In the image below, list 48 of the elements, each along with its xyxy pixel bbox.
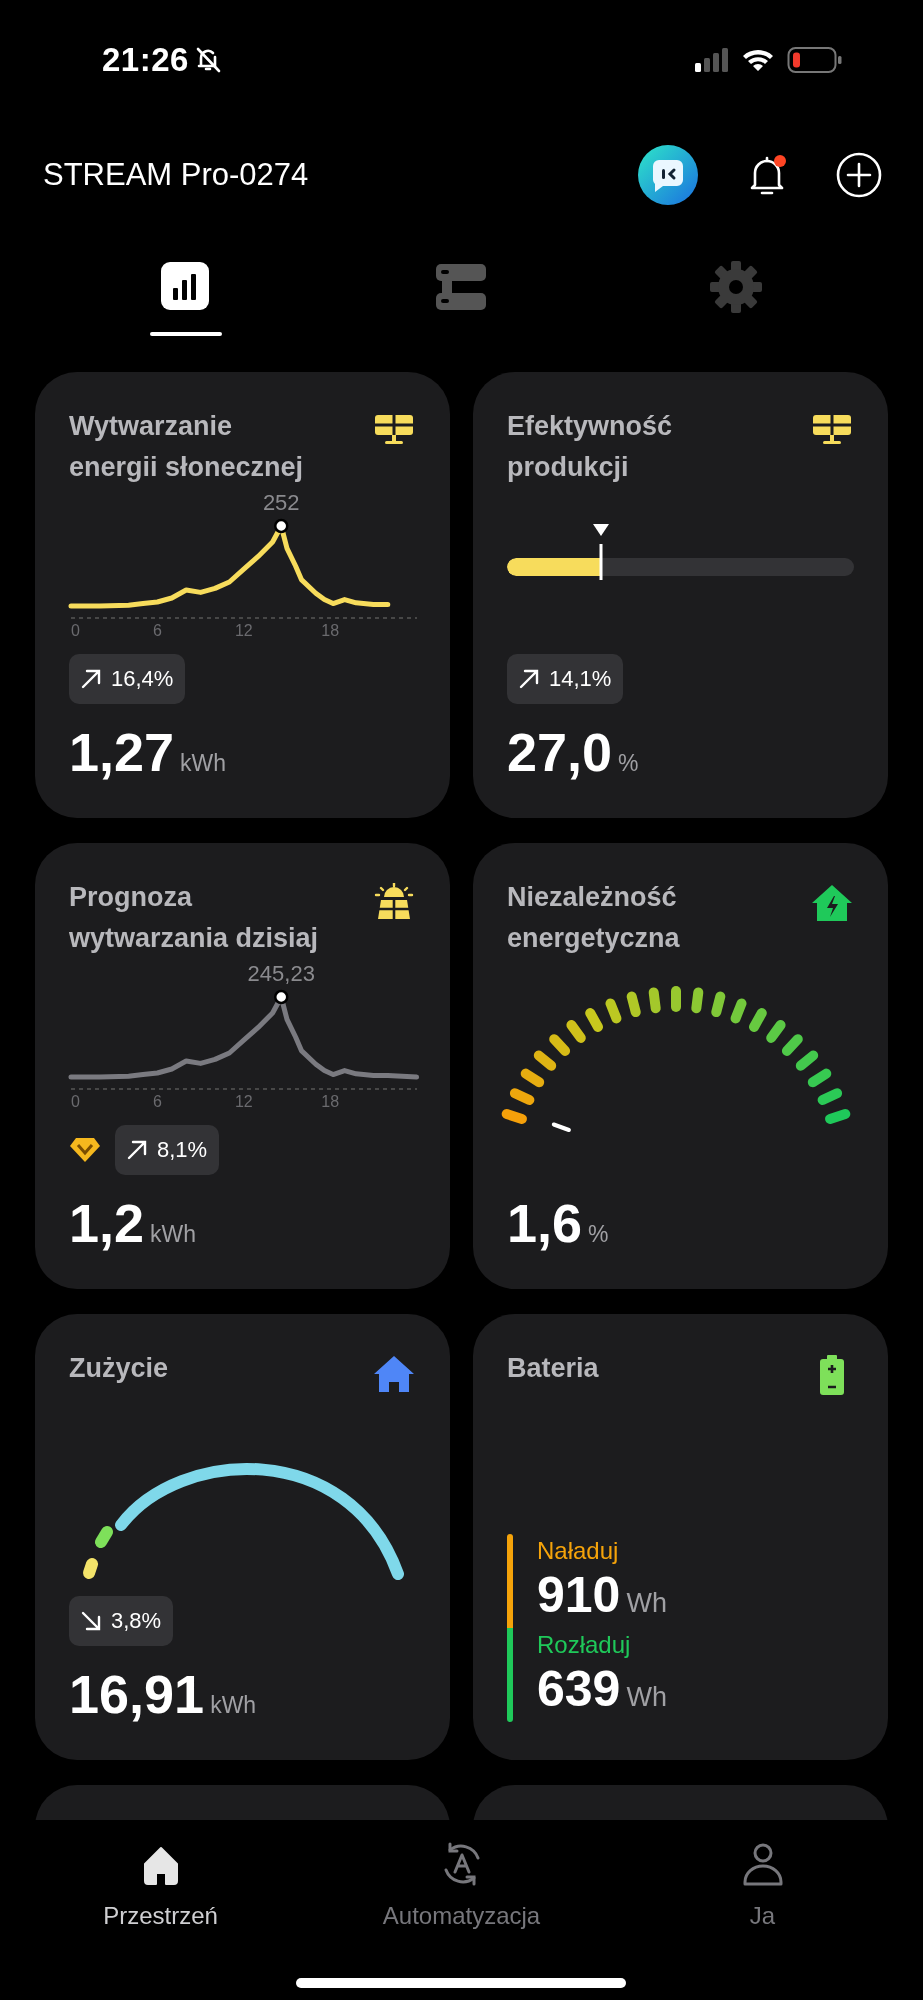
card-title: Prognoza wytwarzania dzisiaj	[69, 881, 320, 955]
axis-tick-label: 12	[234, 622, 253, 639]
axis-tick-label: 18	[321, 1093, 340, 1110]
flow-value: 639	[537, 1660, 621, 1718]
device-title: STREAM Pro-0274	[43, 157, 309, 193]
peak-value-label: 245,23	[247, 961, 315, 986]
axis-tick-label: 12	[234, 1093, 253, 1110]
settings-icon	[708, 260, 763, 314]
flow-value: 910	[537, 1566, 621, 1624]
unit-label: kWh	[180, 750, 227, 777]
axis-tick-label: 6	[152, 622, 162, 639]
battery-icon	[787, 46, 843, 74]
axis-tick-label: 6	[152, 1093, 162, 1110]
unit-label: Wh	[626, 1682, 667, 1713]
unit-label: %	[618, 750, 639, 777]
change-badge: 14,1%	[507, 654, 624, 704]
metric-value: 1,6	[507, 1193, 583, 1253]
unit-label: Wh	[626, 1588, 667, 1619]
card-title: Zużycie	[69, 1352, 170, 1385]
nav-tab[interactable]: Przestrzeń	[10, 1840, 311, 2000]
metric-value: 1,27	[69, 722, 175, 782]
flow-label: Rozładuj	[537, 1630, 632, 1660]
chat-assistant-icon[interactable]	[637, 144, 699, 206]
card-title: Niezależność energetyczna	[507, 881, 681, 955]
unit-label: %	[588, 1221, 609, 1248]
clock-time: 21:26	[102, 41, 189, 79]
card-title: Wytwarzanie energii słonecznej	[69, 410, 305, 484]
nav-tab[interactable]: Automatyzacja	[311, 1840, 612, 2000]
metric-value: 27,0	[507, 722, 613, 782]
change-badge: 8,1%	[115, 1125, 220, 1175]
unit-label: kWh	[210, 1692, 257, 1719]
change-badge: 3,8%	[69, 1596, 174, 1646]
metric-value: 16,91	[69, 1664, 205, 1724]
add-icon[interactable]	[835, 151, 883, 199]
nav-tab[interactable]: Ja	[612, 1840, 913, 2000]
gauge-needle	[551, 1122, 571, 1132]
card-title: Efektywność produkcji	[507, 410, 674, 484]
peak-value-label: 252	[262, 490, 300, 515]
card-title: Bateria	[507, 1352, 600, 1385]
axis-tick-label: 0	[71, 622, 80, 639]
wifi-icon	[741, 47, 775, 73]
unit-label: kWh	[150, 1221, 197, 1248]
axis-tick-label: 0	[71, 1093, 80, 1110]
axis-tick-label: 18	[321, 622, 340, 639]
flow-label: Naładuj	[537, 1536, 620, 1566]
signal-icon	[695, 48, 729, 72]
metric-value: 1,2	[69, 1193, 145, 1253]
change-badge: 16,4%	[69, 654, 186, 704]
